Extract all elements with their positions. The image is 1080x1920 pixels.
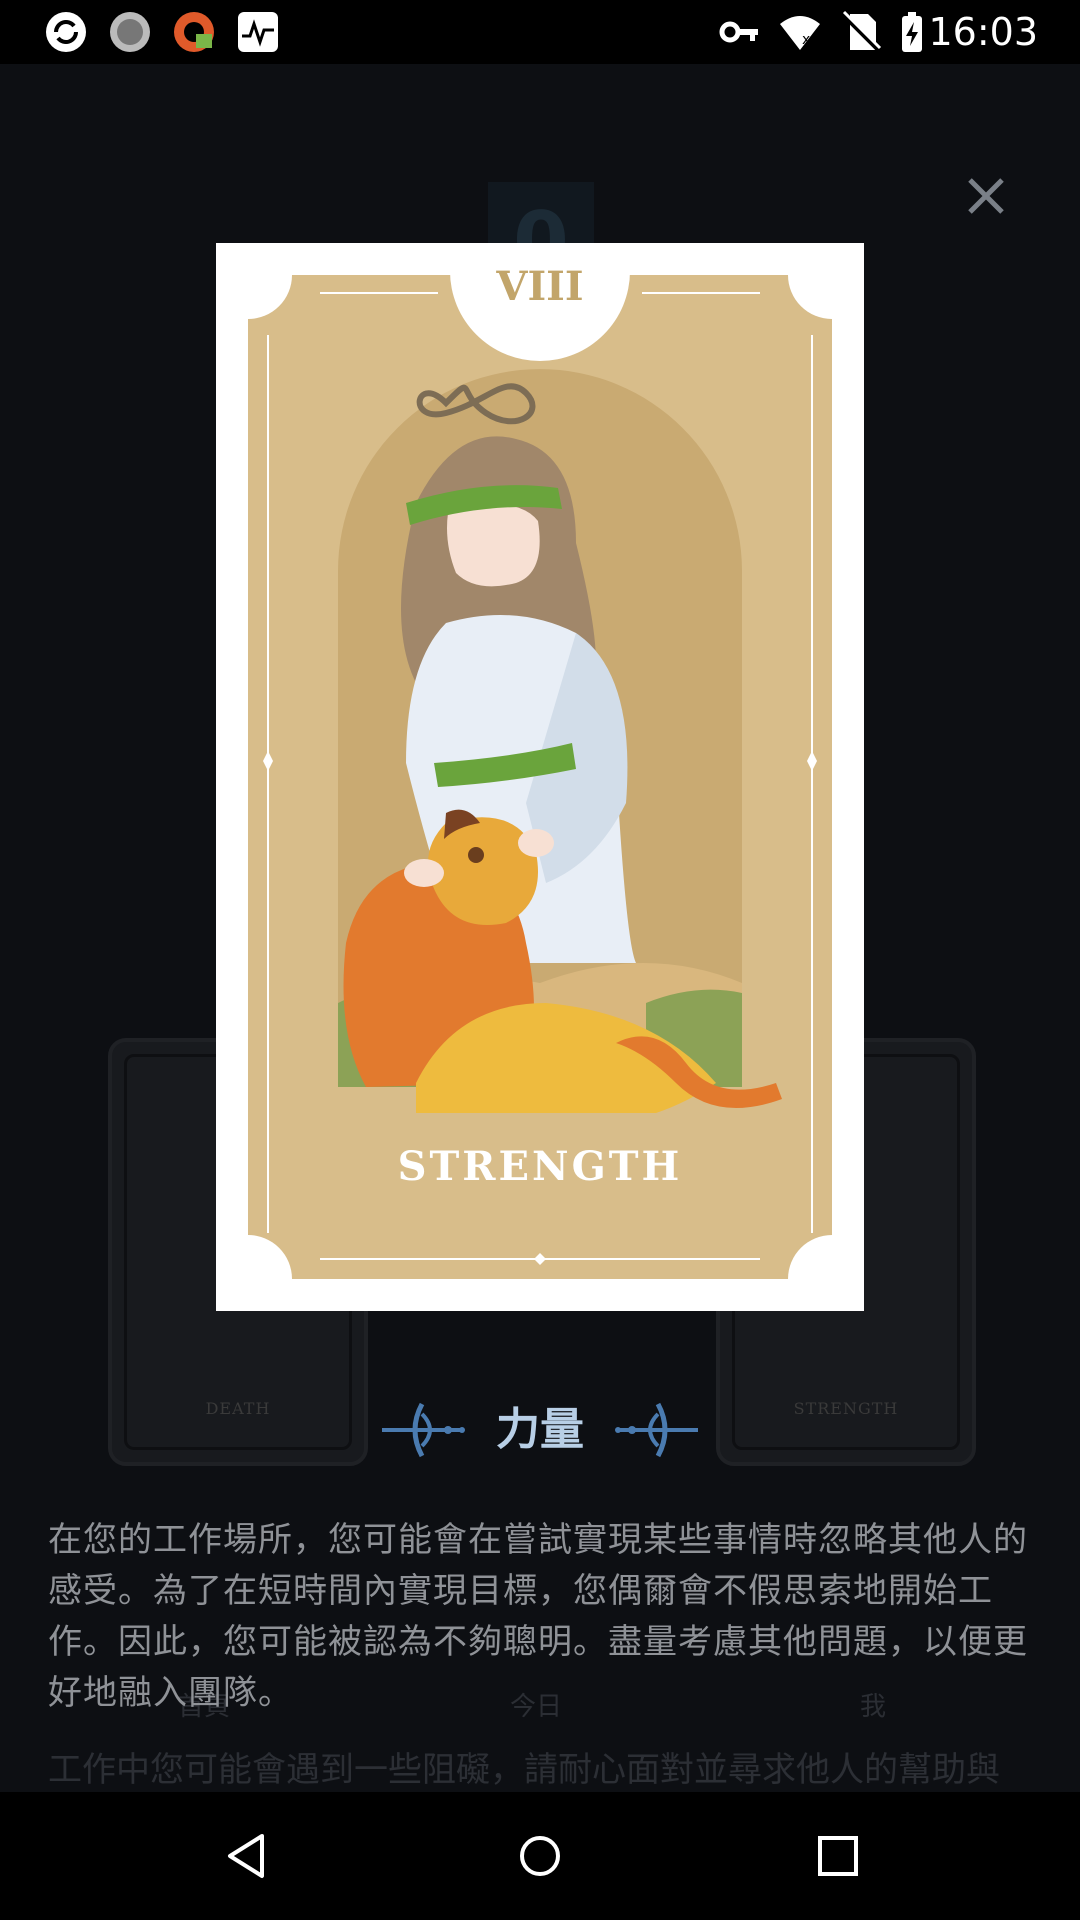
vpn-key-icon [719,21,758,43]
home-icon[interactable] [512,1828,568,1884]
bg-card-left-label: DEATH [205,1399,271,1418]
wifi-icon: x [780,16,820,50]
battery-charging-icon [902,12,922,52]
activity-app-icon [238,12,278,52]
tarot-card: VIII STRENGTH [216,243,864,1311]
recents-icon[interactable] [810,1828,866,1884]
right-flourish-icon [615,1402,698,1458]
description-overflow: 工作中您可能會遇到一些阻礙，請耐心面對並尋求他人的幫助與支持。 [48,1750,1000,1785]
close-icon[interactable] [962,172,1010,220]
card-name: STRENGTH [397,1143,683,1190]
navigation-bar [0,1792,1080,1920]
card-description: 在您的工作場所，您可能會在嘗試實現某些事情時忽略其他人的感受。為了在短時間內實現… [48,1520,1028,1713]
svg-text:x: x [802,32,810,48]
vpn-app-icon [174,12,214,52]
card-title: 力量 [496,1404,584,1455]
no-sim-icon [842,10,882,52]
status-bar: x 16:03 [0,0,1080,64]
bg-card-right-label: STRENGTH [793,1399,899,1418]
back-icon[interactable] [218,1828,274,1884]
loading-app-icon [110,12,150,52]
sync-app-icon [46,12,86,52]
clock: 16:03 [928,10,1038,54]
card-numeral: VIII [496,263,584,310]
